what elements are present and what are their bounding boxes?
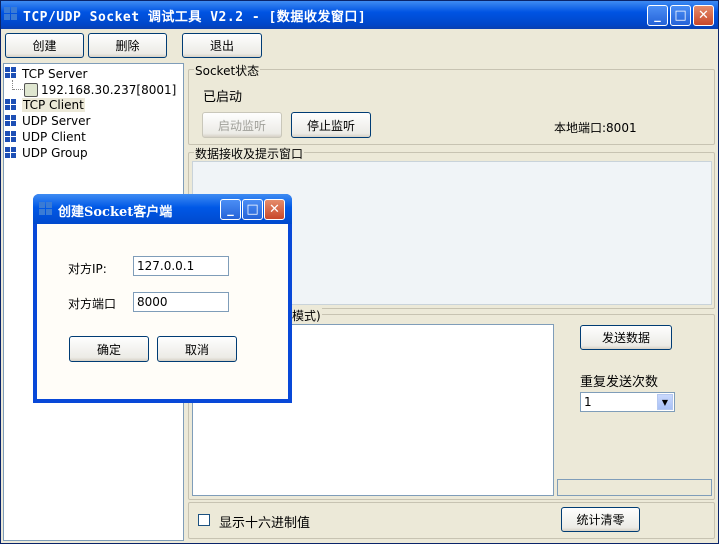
create-client-dialog: 创建Socket客户端 _ □ ✕ 对方IP: 127.0.0.1 对方端口 8… [33,194,292,403]
stop-listen-button[interactable]: 停止监听 [291,112,371,138]
dialog-app-icon [39,202,54,217]
create-button[interactable]: 创建 [5,33,84,58]
minimize-icon: _ [654,8,661,23]
close-icon: ✕ [698,8,709,23]
tree-item-server-connection[interactable]: 192.168.30.237[8001] [41,83,176,97]
minimize-button[interactable]: _ [647,5,668,26]
cancel-button[interactable]: 取消 [157,336,237,362]
title-bar[interactable]: TCP/UDP Socket 调试工具 V2.2 - [数据收发窗口] _ □ … [1,1,718,29]
socket-state-text: 已启动 [203,90,243,105]
dialog-close-button[interactable]: ✕ [264,199,285,220]
dialog-minimize-button[interactable]: _ [220,199,241,220]
close-icon: ✕ [269,202,280,217]
tree-item-tcp-server[interactable]: TCP Server [22,67,87,81]
tcp-client-icon [5,99,18,112]
close-button[interactable]: ✕ [693,5,714,26]
tcp-server-icon [5,67,18,80]
dialog-title: 创建Socket客户端 [58,205,173,220]
clear-stats-button[interactable]: 统计清零 [561,507,640,532]
repeat-count-value: 1 [584,395,592,409]
status-field [557,479,712,496]
app-icon [4,7,19,22]
tree-item-udp-client[interactable]: UDP Client [22,130,86,144]
dialog-maximize-button[interactable]: □ [242,199,263,220]
receive-legend: 数据接收及提示窗口 [194,145,305,162]
start-listen-button[interactable]: 启动监听 [202,112,282,138]
hex-checkbox-label: 显示十六进制值 [219,516,311,531]
dialog-body: 对方IP: 127.0.0.1 对方端口 8000 确定 取消 [37,224,288,399]
minimize-icon: _ [227,202,234,217]
delete-button[interactable]: 删除 [88,33,167,58]
local-port-label: 本地端口:8001 [554,121,637,135]
hex-checkbox[interactable] [198,514,210,526]
repeat-count-label: 重复发送次数 [580,375,659,390]
dialog-title-bar[interactable]: 创建Socket客户端 _ □ ✕ [33,194,292,224]
send-legend: 模式) [291,307,322,324]
tree-connector [13,89,23,90]
ok-button[interactable]: 确定 [69,336,149,362]
tree-item-udp-group[interactable]: UDP Group [22,146,88,160]
udp-server-icon [5,115,18,128]
ip-label: 对方IP: [68,262,107,276]
chevron-down-icon[interactable]: ▼ [657,394,673,410]
maximize-icon: □ [674,8,687,23]
connection-icon [24,83,38,97]
udp-group-icon [5,147,18,160]
socket-status-legend: Socket状态 [194,62,261,79]
port-input[interactable]: 8000 [133,292,229,312]
maximize-button[interactable]: □ [670,5,691,26]
repeat-count-select[interactable]: 1 ▼ [580,392,675,412]
ip-input[interactable]: 127.0.0.1 [133,256,229,276]
udp-client-icon [5,131,18,144]
tree-item-udp-server[interactable]: UDP Server [22,114,90,128]
window-title: TCP/UDP Socket 调试工具 V2.2 - [数据收发窗口] [23,10,367,25]
maximize-icon: □ [246,202,259,217]
send-data-button[interactable]: 发送数据 [580,325,672,350]
exit-button[interactable]: 退出 [182,33,262,58]
tree-item-tcp-client[interactable]: TCP Client [22,98,85,112]
port-label: 对方端口 [68,297,117,311]
